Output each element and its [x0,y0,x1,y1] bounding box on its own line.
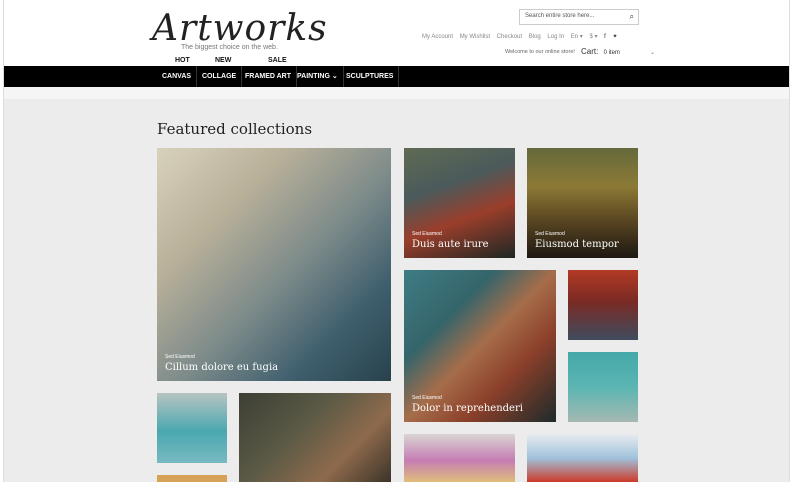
language-select[interactable]: En ▾ [571,34,583,40]
tile-title: Cillum dolore eu fugia [165,362,279,373]
top-links: My Account My Wishlist Checkout Blog Log… [422,33,623,40]
tile-title: Eiusmod tempor [535,239,619,250]
tile-title: Duis aute irure [412,239,489,250]
nav-framed-art[interactable]: FRAMED ART [240,66,298,87]
artwork-thumbnail[interactable] [527,434,638,482]
welcome-text: Welcome to our online store! [505,49,575,55]
twitter-icon[interactable]: ✦ [613,34,618,40]
main-content: Featured collections Sed Eiusmod Cillum … [4,87,789,482]
divider [4,87,789,99]
tile-small-label: Sed Eiusmod [412,231,442,237]
search-icon[interactable]: ⌕ [630,12,634,22]
artwork-thumbnail[interactable] [568,352,638,422]
artwork-thumbnail[interactable] [568,270,638,340]
sale-label[interactable]: SALE [268,57,287,64]
artwork-thumbnail[interactable] [404,434,515,482]
link-checkout[interactable]: Checkout [497,34,522,40]
page-title: Featured collections [157,120,313,138]
link-my-wishlist[interactable]: My Wishlist [460,34,490,40]
cart-label: Cart: [581,47,599,56]
facebook-icon[interactable]: f [604,34,606,40]
nav-collage[interactable]: COLLAGE [197,66,243,87]
tile-small-label: Sed Eiusmod [165,354,195,360]
tile-title: Dolor in reprehenderi [412,403,523,414]
collection-tile[interactable]: Sed Eiusmod Eiusmod tempor [527,148,638,258]
cart[interactable]: Cart: 0 item ⌄ [581,47,655,56]
search-input[interactable]: Search entire store here... ⌕ [519,9,639,25]
collection-tile[interactable]: Sed Eiusmod Duis aute irure [404,148,515,258]
new-label[interactable]: NEW [215,57,231,64]
link-blog[interactable]: Blog [529,34,541,40]
tagline: The biggest choice on the web. [181,44,278,51]
link-login[interactable]: Log In [547,34,564,40]
hot-label[interactable]: HOT [175,57,190,64]
nav-canvas[interactable]: CANVAS [157,66,198,87]
collection-tile[interactable]: Sed Eiusmod Cillum dolore eu fugia [157,148,391,381]
artwork-thumbnail[interactable] [157,393,227,463]
currency-select[interactable]: $ ▾ [589,34,597,40]
chevron-down-icon[interactable]: ⌄ [650,50,655,56]
artwork-thumbnail[interactable] [239,393,391,482]
tile-small-label: Sed Eiusmod [412,395,442,401]
collection-tile[interactable]: Sed Eiusmod Dolor in reprehenderi [404,270,556,422]
artwork-thumbnail[interactable] [157,475,227,482]
nav-painting[interactable]: PAINTING ⌄ [292,66,344,87]
page-frame: Artworks The biggest choice on the web. … [3,0,790,482]
header: Artworks The biggest choice on the web. … [4,0,789,66]
nav-sculptures[interactable]: SCULPTURES [341,66,400,87]
link-my-account[interactable]: My Account [422,34,453,40]
logo[interactable]: Artworks [152,8,328,49]
main-nav: CANVAS COLLAGE FRAMED ART PAINTING ⌄ SCU… [4,66,789,87]
cart-count: 0 item [603,50,620,56]
search-placeholder: Search entire store here... [525,13,595,19]
tile-small-label: Sed Eiusmod [535,231,565,237]
